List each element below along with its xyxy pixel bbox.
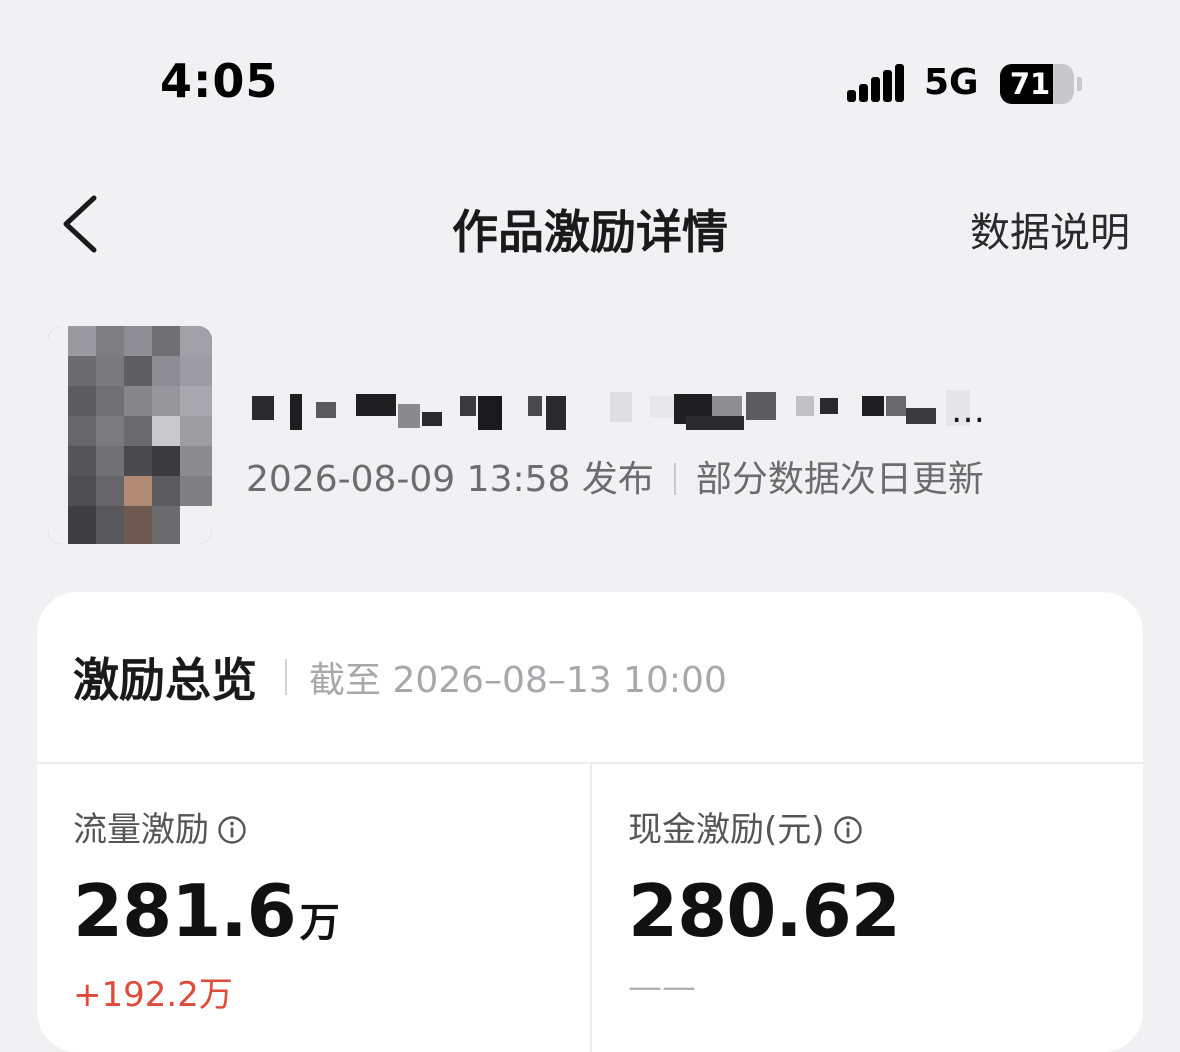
work-meta: 2026-08-09 13:58 发布 部分数据次日更新 [246,450,984,502]
traffic-incentive-label: 流量激励 [73,810,209,850]
cash-incentive-change: —— [628,967,696,1007]
traffic-incentive-metric[interactable]: 流量激励 281.6 万 +192.2万 [73,802,340,1016]
header-divider [285,659,287,695]
data-explain-link[interactable]: 数据说明 [970,200,1130,258]
cash-incentive-value: 280.62 [628,869,901,953]
battery-icon: 71 [1000,64,1084,104]
pixelated-thumbnail-image [48,326,212,544]
status-bar: 4:05 5G 71 [0,0,1180,150]
traffic-incentive-change: +192.2万 [73,975,233,1015]
work-title-redacted[interactable]: … [246,382,1146,438]
work-thumbnail[interactable] [48,326,212,544]
info-circle-icon[interactable] [833,815,863,845]
cash-incentive-metric[interactable]: 现金激励(元) 280.62 —— [628,802,901,1007]
signal-bars-icon [847,64,904,102]
meta-divider [673,463,676,495]
cash-incentive-label-row: 现金激励(元) [628,802,900,851]
traffic-incentive-unit: 万 [299,900,340,946]
overview-title: 激励总览 [73,653,257,707]
nav-bar: 作品激励详情 数据说明 [0,170,1180,280]
cash-incentive-value-row: 280.62 [628,869,901,953]
cash-incentive-label: 现金激励(元) [628,810,825,850]
chevron-left-icon[interactable] [58,194,102,254]
status-time: 4:05 [160,54,279,108]
metric-divider [590,764,592,1052]
page-title: 作品激励详情 [452,205,728,259]
network-type: 5G [924,62,979,103]
overview-header: 激励总览 截至 2026–08–13 10:00 [73,644,727,714]
work-header: … 2026-08-09 13:58 发布 部分数据次日更新 [0,322,1180,562]
publish-time: 2026-08-09 13:58 发布 [246,459,654,500]
update-note: 部分数据次日更新 [695,459,984,500]
battery-percent: 71 [1009,67,1051,101]
traffic-incentive-label-row: 流量激励 [73,802,340,851]
traffic-incentive-value: 281.6 [73,869,297,953]
svg-text:…: … [951,391,985,431]
pixelated-title-redaction: … [252,390,985,431]
overview-as-of: 截至 2026–08–13 10:00 [309,660,727,701]
incentive-overview-card: 激励总览 截至 2026–08–13 10:00 流量激励 281.6 万 +192… [37,592,1143,1052]
traffic-incentive-value-row: 281.6 万 [73,869,340,953]
info-circle-icon[interactable] [217,815,247,845]
